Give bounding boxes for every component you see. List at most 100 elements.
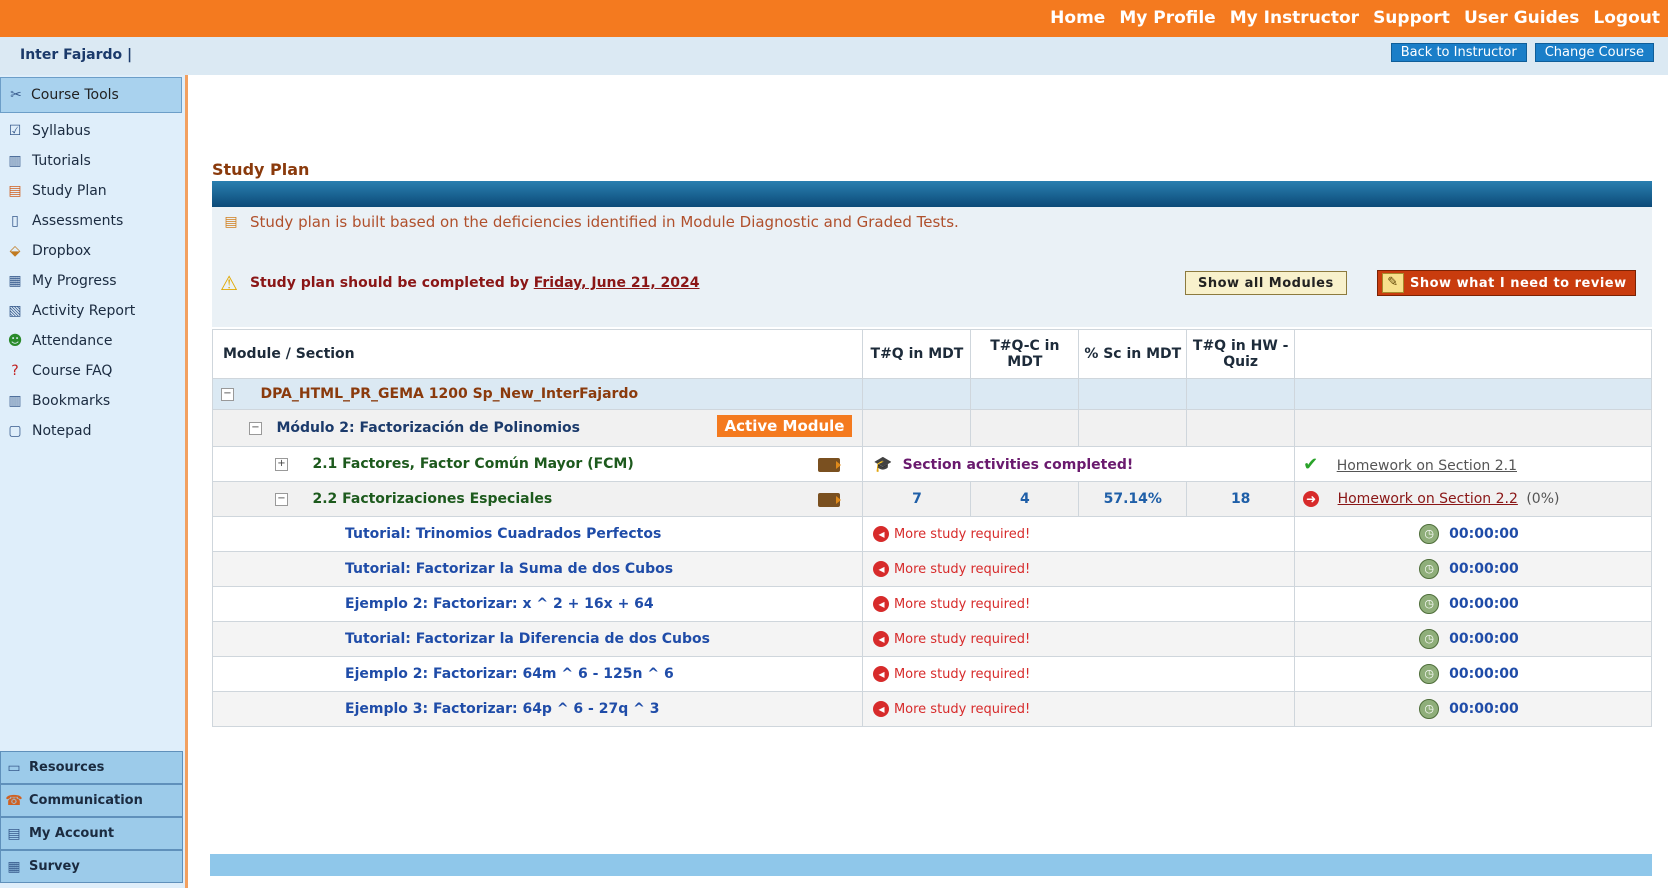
- sidebar-item-syllabus[interactable]: ☑ Syllabus: [6, 116, 91, 146]
- deadline-warning: ⚠ Study plan should be completed by Frid…: [220, 271, 700, 295]
- clock-icon: ◷: [1419, 594, 1440, 614]
- title-bar: [212, 181, 1652, 207]
- nav-logout[interactable]: Logout: [1593, 8, 1660, 28]
- expand-toggle[interactable]: +: [275, 457, 288, 471]
- nav-home[interactable]: Home: [1050, 8, 1105, 28]
- assessments-icon: ▯: [11, 213, 19, 229]
- show-all-modules-button[interactable]: Show all Modules: [1185, 271, 1347, 295]
- footer-bar: [210, 854, 1652, 876]
- course-tools-label: Course Tools: [31, 87, 119, 103]
- sidebar-item-label: Dropbox: [32, 243, 91, 259]
- dropbox-icon: ⬙: [9, 243, 21, 259]
- change-course-button[interactable]: Change Course: [1534, 43, 1654, 62]
- module-row: − Módulo 2: Factorización de Polinomios …: [211, 409, 1652, 447]
- item-time: 00:00:00: [1449, 526, 1519, 542]
- sidebar-tab-resources[interactable]: ▭ Resources: [0, 751, 183, 784]
- item-time: 00:00:00: [1449, 561, 1519, 577]
- list-item: Tutorial: Factorizar la Suma de dos Cubo…: [211, 551, 1652, 587]
- video-icon[interactable]: [818, 458, 842, 472]
- note-icon: ▤: [224, 214, 238, 230]
- sidebar-item-bookmarks[interactable]: ▥ Bookmarks: [6, 386, 110, 416]
- attendance-icon: ☻: [7, 333, 23, 349]
- back-to-instructor-button[interactable]: Back to Instructor: [1390, 43, 1527, 62]
- section-name[interactable]: 2.2 Factorizaciones Especiales: [312, 491, 552, 507]
- section-name[interactable]: 2.1 Factores, Factor Común Mayor (FCM): [312, 456, 633, 472]
- back-arrow-icon: ◂: [873, 701, 890, 717]
- nav-support[interactable]: Support: [1373, 8, 1450, 28]
- item-name[interactable]: Ejemplo 2: Factorizar: x ^ 2 + 16x + 64: [345, 596, 654, 612]
- col-activity: [1294, 329, 1652, 379]
- sidebar-tab-survey[interactable]: ▦ Survey: [0, 850, 183, 883]
- arrow-right-icon: ➜: [1303, 491, 1320, 507]
- tq-hw-value: 18: [1186, 481, 1296, 517]
- sidebar-item-label: Assessments: [32, 213, 124, 229]
- nav-my-instructor[interactable]: My Instructor: [1230, 8, 1359, 28]
- back-arrow-icon: ◂: [873, 526, 890, 542]
- collapse-toggle[interactable]: −: [221, 387, 234, 401]
- item-status: More study required!: [893, 597, 1031, 612]
- sidebar-item-tutorials[interactable]: ▥ Tutorials: [6, 146, 90, 176]
- sidebar-item-notepad[interactable]: ▢ Notepad: [6, 416, 92, 446]
- sidebar-item-my-progress[interactable]: ▦ My Progress: [6, 266, 117, 296]
- item-name[interactable]: Tutorial: Factorizar la Suma de dos Cubo…: [345, 561, 673, 577]
- tab-label: Communication: [29, 793, 143, 808]
- show-review-button[interactable]: ✎ Show what I need to review: [1377, 270, 1636, 296]
- col-tqc-mdt: T#Q-C in MDT: [970, 329, 1080, 379]
- check-icon: ✔: [1303, 453, 1319, 475]
- item-time: 00:00:00: [1449, 596, 1519, 612]
- list-item: Ejemplo 3: Factorizar: 64p ^ 6 - 27q ^ 3…: [211, 691, 1652, 727]
- root-row: − DPA_HTML_PR_GEMA 1200 Sp_New_InterFaja…: [211, 378, 1652, 410]
- col-tq-hw: T#Q in HW - Quiz: [1186, 329, 1296, 379]
- sidebar-tab-my-account[interactable]: ▤ My Account: [0, 817, 183, 850]
- homework-percent: (0%): [1526, 491, 1560, 507]
- back-arrow-icon: ◂: [873, 561, 890, 577]
- nav-my-profile[interactable]: My Profile: [1119, 8, 1215, 28]
- item-name[interactable]: Tutorial: Trinomios Cuadrados Perfectos: [345, 526, 661, 542]
- item-status: More study required!: [893, 527, 1031, 542]
- report-icon: ▧: [8, 303, 22, 319]
- item-time: 00:00:00: [1449, 631, 1519, 647]
- sidebar-item-attendance[interactable]: ☻ Attendance: [6, 326, 113, 356]
- collapse-toggle[interactable]: −: [249, 421, 262, 435]
- clock-icon: ◷: [1419, 699, 1440, 719]
- top-nav-bar: Home My Profile My Instructor Support Us…: [0, 0, 1668, 37]
- sidebar-item-label: My Progress: [32, 273, 117, 289]
- list-item: Tutorial: Trinomios Cuadrados Perfectos …: [211, 516, 1652, 552]
- warning-text: Study plan should be completed by: [249, 275, 529, 291]
- item-name[interactable]: Ejemplo 3: Factorizar: 64p ^ 6 - 27q ^ 3: [345, 701, 659, 717]
- video-icon[interactable]: [818, 493, 842, 507]
- sidebar-item-label: Notepad: [32, 423, 92, 439]
- item-status: More study required!: [893, 667, 1031, 682]
- course-tools-header[interactable]: ✂ Course Tools: [0, 77, 182, 113]
- nav-user-guides[interactable]: User Guides: [1464, 8, 1579, 28]
- sidebar-item-study-plan[interactable]: ▤ Study Plan: [6, 176, 107, 206]
- sidebar-item-course-faq[interactable]: ? Course FAQ: [6, 356, 112, 386]
- show-review-label: Show what I need to review: [1410, 275, 1627, 291]
- item-name[interactable]: Tutorial: Factorizar la Diferencia de do…: [345, 631, 710, 647]
- col-module-section: Module / Section: [211, 329, 864, 379]
- resources-icon: ▭: [7, 759, 21, 776]
- sidebar-item-label: Study Plan: [32, 183, 107, 199]
- clock-icon: ◷: [1419, 664, 1440, 684]
- homework-link[interactable]: Homework on Section 2.1: [1337, 458, 1517, 474]
- tq-mdt-value: 7: [862, 481, 972, 517]
- homework-link[interactable]: Homework on Section 2.2: [1338, 491, 1518, 507]
- deadline-date-link[interactable]: Friday, June 21, 2024: [534, 275, 700, 291]
- col-sc-mdt: % Sc in MDT: [1078, 329, 1188, 379]
- survey-icon: ▦: [7, 858, 21, 875]
- sidebar-item-label: Bookmarks: [32, 393, 111, 409]
- sidebar-item-label: Course FAQ: [32, 363, 113, 379]
- item-status: More study required!: [893, 632, 1031, 647]
- item-name[interactable]: Ejemplo 2: Factorizar: 64m ^ 6 - 125n ^ …: [345, 666, 674, 682]
- collapse-toggle[interactable]: −: [275, 492, 288, 506]
- col-tq-mdt: T#Q in MDT: [862, 329, 972, 379]
- sidebar-item-dropbox[interactable]: ⬙ Dropbox: [6, 236, 91, 266]
- top-nav: Home My Profile My Instructor Support Us…: [1050, 8, 1660, 28]
- item-status: More study required!: [893, 562, 1031, 577]
- sidebar-tab-communication[interactable]: ☎ Communication: [0, 784, 183, 817]
- sidebar-item-activity-report[interactable]: ▧ Activity Report: [6, 296, 135, 326]
- back-arrow-icon: ◂: [873, 666, 890, 682]
- account-icon: ▤: [7, 825, 21, 842]
- tqc-mdt-value: 4: [970, 481, 1080, 517]
- sidebar-item-assessments[interactable]: ▯ Assessments: [6, 206, 123, 236]
